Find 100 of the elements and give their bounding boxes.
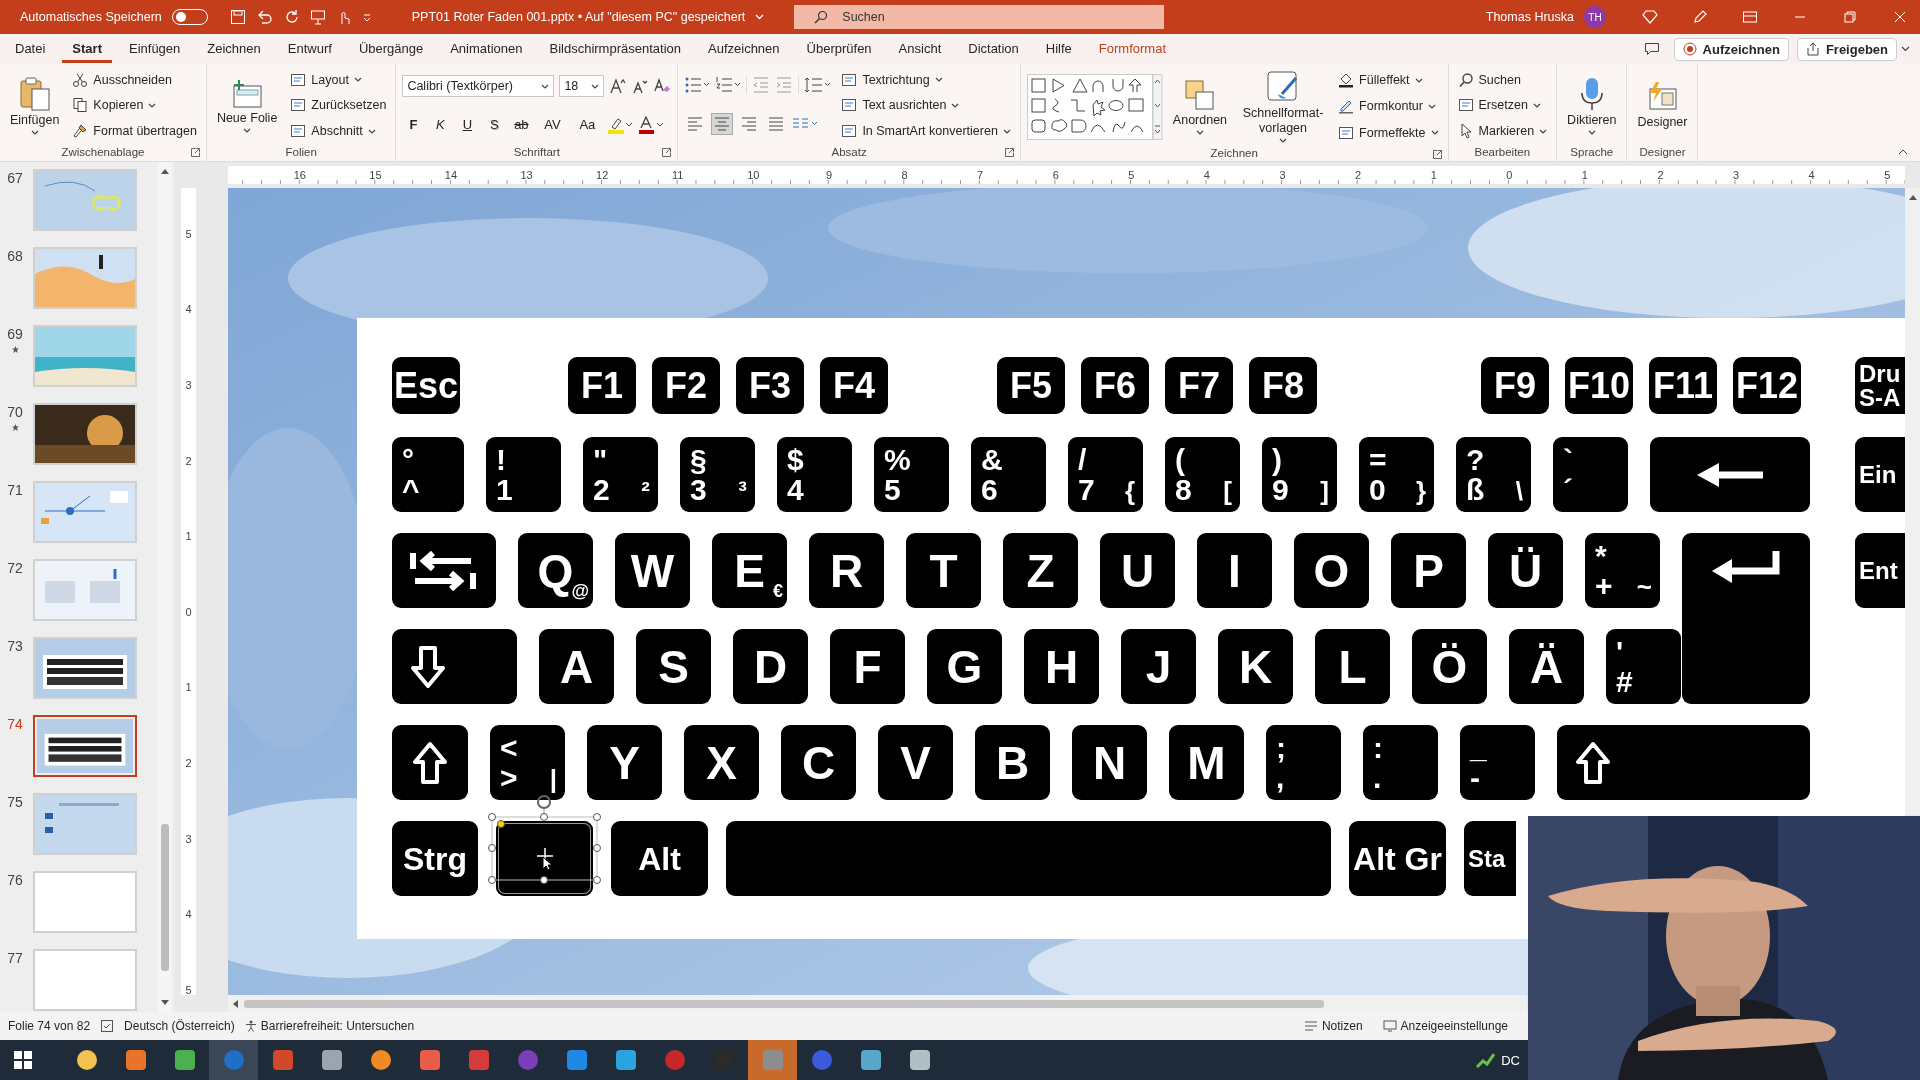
- ribbon-tab[interactable]: Zeichnen: [197, 35, 271, 63]
- app-icon[interactable]: [319, 1048, 344, 1072]
- close-icon[interactable]: [1892, 9, 1908, 25]
- ribbon-button[interactable]: Diktieren: [1563, 74, 1621, 137]
- ribbon-button[interactable]: Schnellformat-vorlagen: [1237, 68, 1330, 145]
- notes-button[interactable]: Notizen: [1303, 1019, 1363, 1033]
- scrollbar[interactable]: [1905, 188, 1920, 815]
- align-button[interactable]: [711, 112, 734, 135]
- ribbon-tab[interactable]: Ansicht: [888, 35, 952, 63]
- ribbon-button[interactable]: Suchen: [1454, 69, 1551, 90]
- bullet-list-icon[interactable]: [684, 76, 711, 95]
- ribbon-button[interactable]: Einfügen: [6, 74, 64, 137]
- ribbon-button[interactable]: Format übertragen: [69, 121, 200, 142]
- display-settings-button[interactable]: Anzeigeeinstellunge: [1382, 1019, 1508, 1033]
- line-spacing-icon[interactable]: [804, 76, 833, 95]
- scroll-up-icon[interactable]: [1908, 194, 1917, 200]
- diamond-icon[interactable]: [1642, 9, 1658, 25]
- dialog-launcher-icon[interactable]: [190, 148, 200, 157]
- format-button[interactable]: AV: [537, 113, 568, 136]
- ribbon-button[interactable]: Textrichtung: [838, 69, 1014, 90]
- app-icon[interactable]: [123, 1048, 148, 1072]
- slide-thumbnail[interactable]: [33, 715, 137, 777]
- restore-icon[interactable]: [1842, 9, 1858, 25]
- app-icon[interactable]: [564, 1048, 589, 1072]
- caret-icon[interactable]: [1901, 46, 1910, 52]
- ribbon-button[interactable]: Markieren: [1454, 121, 1551, 142]
- scroll-thumb[interactable]: [244, 999, 1324, 1008]
- ribbon-tab[interactable]: Dictation: [958, 35, 1029, 63]
- ribbon-button[interactable]: Ausschneiden: [69, 69, 200, 90]
- comments-button[interactable]: [1643, 42, 1660, 56]
- pen-icon[interactable]: [1692, 9, 1708, 25]
- start-icon[interactable]: [14, 1051, 32, 1069]
- grow-font-icon[interactable]: [609, 77, 628, 96]
- ribbon-tab[interactable]: Überprüfen: [796, 35, 882, 63]
- format-button[interactable]: S: [483, 113, 506, 136]
- ribbon-tab[interactable]: Hilfe: [1035, 35, 1082, 63]
- ribbon-button[interactable]: Formeffekte: [1335, 122, 1442, 143]
- keyboard-key: Alt Gr: [1349, 821, 1446, 896]
- ribbon-button[interactable]: Abschnitt: [287, 121, 390, 142]
- language-label[interactable]: Deutsch (Österreich): [124, 1019, 235, 1033]
- ribbon-tab[interactable]: Entwurf: [277, 35, 342, 63]
- ribbon-tab[interactable]: Einfügen: [119, 35, 191, 63]
- format-button[interactable]: K: [429, 113, 452, 136]
- font-size-dropdown[interactable]: 18: [559, 75, 605, 98]
- ribbon-button[interactable]: Formkontur: [1335, 96, 1442, 117]
- scroll-up-icon[interactable]: [161, 168, 169, 174]
- dialog-launcher-icon[interactable]: [1004, 148, 1014, 157]
- app-icon[interactable]: [858, 1048, 883, 1072]
- scroll-thumb[interactable]: [161, 824, 169, 972]
- app-icon[interactable]: [613, 1048, 638, 1072]
- more-icon[interactable]: [361, 12, 372, 22]
- format-button[interactable]: F: [402, 113, 425, 136]
- ribbon-button[interactable]: Fülleffekt: [1335, 70, 1442, 91]
- search-field[interactable]: Suchen: [794, 5, 1165, 29]
- ribbon-display-icon[interactable]: [1742, 9, 1758, 25]
- keyboard-key: L: [1315, 629, 1390, 704]
- shape-gallery-drawing[interactable]: [1026, 73, 1163, 140]
- spellcheck-icon[interactable]: [100, 1019, 115, 1033]
- keyboard-key: _ -: [1460, 725, 1535, 800]
- scrollbar[interactable]: [158, 162, 172, 1012]
- ribbon-tab[interactable]: Übergänge: [348, 35, 434, 63]
- ribbon-button[interactable]: In SmartArt konvertieren: [838, 121, 1014, 142]
- accessibility-button[interactable]: Barrierefreiheit: Untersuchen: [244, 1019, 415, 1033]
- ribbon-tab[interactable]: Aufzeichnen: [698, 35, 790, 63]
- app-icon[interactable]: [907, 1048, 932, 1072]
- ribbon-tab[interactable]: Formformat: [1088, 35, 1176, 63]
- dialog-launcher-icon[interactable]: [662, 148, 672, 157]
- format-button[interactable]: U: [456, 113, 479, 136]
- collapse-ribbon-icon[interactable]: [1898, 149, 1908, 155]
- ribbon-tab[interactable]: Animationen: [440, 35, 533, 63]
- ribbon-button[interactable]: Anordnen: [1168, 76, 1232, 137]
- app-icon[interactable]: [172, 1048, 197, 1072]
- scroll-down-icon[interactable]: [161, 1000, 169, 1006]
- user-avatar[interactable]: TH: [1584, 6, 1606, 28]
- ribbon-button[interactable]: Layout: [287, 69, 390, 90]
- record-button[interactable]: Aufzeichnen: [1673, 37, 1789, 61]
- app-icon[interactable]: [417, 1048, 442, 1072]
- scroll-left-icon[interactable]: [232, 999, 238, 1008]
- format-button[interactable]: Aa: [572, 113, 603, 136]
- caret-icon: [951, 103, 960, 108]
- ribbon-button[interactable]: Neue Folie: [212, 76, 282, 135]
- keyboard-key: X: [684, 725, 759, 800]
- redo-icon[interactable]: [283, 9, 300, 25]
- save-icon[interactable]: [229, 9, 246, 25]
- font-family-dropdown[interactable]: Calibri (Textkörper): [402, 75, 555, 98]
- ribbon-tab[interactable]: Datei: [5, 35, 56, 63]
- scrollbar[interactable]: [228, 995, 1527, 1012]
- ribbon-button[interactable]: Ersetzen: [1454, 95, 1551, 116]
- ribbon-button[interactable]: Zurücksetzen: [287, 95, 390, 116]
- font-color-icon[interactable]: [638, 115, 665, 134]
- share-button[interactable]: Freigeben: [1796, 37, 1897, 61]
- ribbon-button[interactable]: Text ausrichten: [838, 95, 1014, 116]
- format-button[interactable]: ab: [510, 113, 533, 136]
- chart-icon[interactable]: [1475, 1051, 1496, 1069]
- ribbon-tab[interactable]: Bildschirmpräsentation: [539, 35, 691, 63]
- presentation-icon[interactable]: [309, 9, 326, 25]
- keyboard-key: ; ,: [1266, 725, 1341, 800]
- dialog-launcher-icon[interactable]: [1432, 150, 1442, 159]
- ribbon-button[interactable]: Designer: [1633, 79, 1692, 132]
- ribbon-button[interactable]: Kopieren: [69, 95, 200, 116]
